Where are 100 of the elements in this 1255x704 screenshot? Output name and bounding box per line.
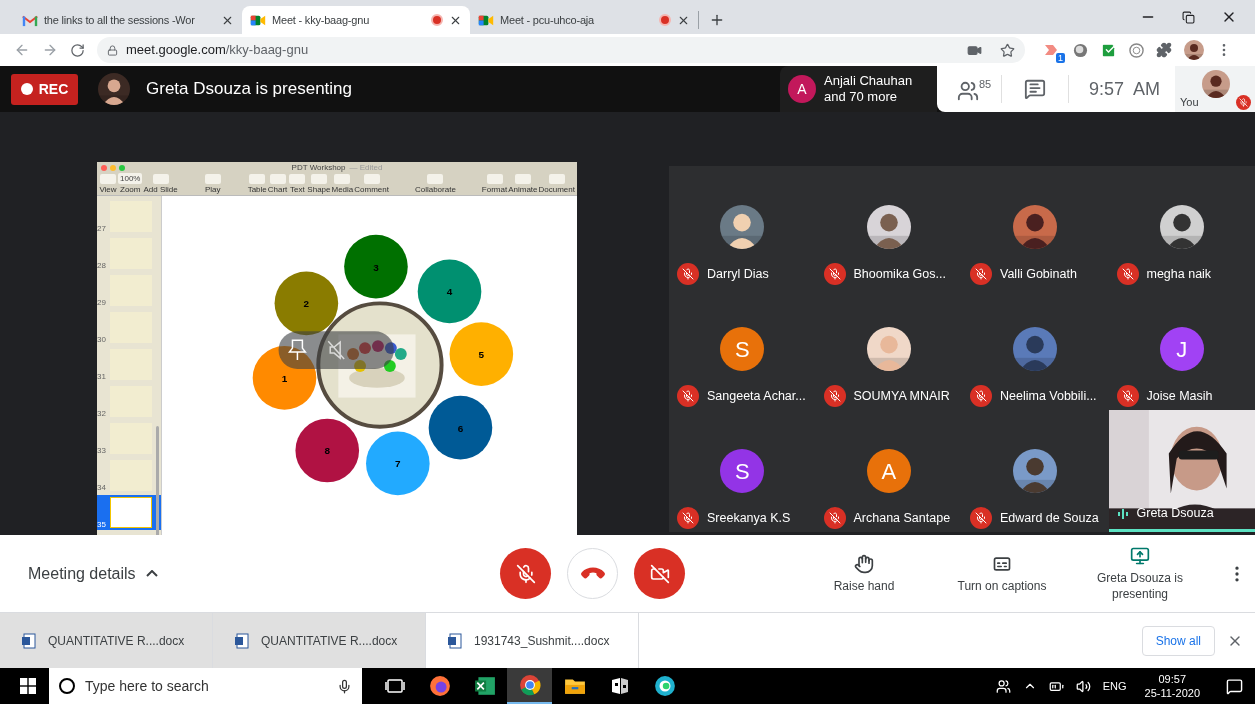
meeting-action-button[interactable]: Turn on captions — [933, 553, 1071, 594]
taskbar-search-field[interactable]: Type here to search — [49, 668, 362, 704]
participant-name: Neelima Vobbili... — [1000, 387, 1097, 405]
browser-icon[interactable] — [518, 674, 541, 696]
people-icon — [956, 80, 979, 102]
people-icon[interactable] — [995, 678, 1011, 694]
numbered-circle: 6 — [428, 395, 493, 460]
tab-title: the links to all the sessions -Wor — [44, 12, 196, 28]
hang-up-button[interactable] — [567, 548, 618, 599]
chevron-up-icon — [145, 570, 158, 577]
task-view-icon[interactable] — [384, 678, 405, 694]
meeting-action-button[interactable]: Raise hand — [795, 553, 933, 594]
spreadsheet-icon[interactable] — [473, 675, 496, 697]
numbered-circle: 4 — [417, 259, 482, 324]
bookmark-star-icon[interactable] — [1000, 42, 1015, 58]
tab-title: Meet - kky-baag-gnu — [272, 12, 371, 28]
hand-icon — [854, 553, 874, 574]
profile-avatar[interactable] — [1184, 40, 1204, 60]
avatar-initial: A — [866, 449, 911, 493]
toolbar-button[interactable]: Add Slide — [143, 173, 178, 195]
avatar-initial: A — [788, 75, 816, 103]
numbered-circle: 5 — [449, 322, 514, 386]
language-indicator[interactable]: ENG — [1102, 677, 1127, 695]
participant-name: Greta Dsouza — [1136, 505, 1214, 523]
people-button[interactable]: 85 — [937, 76, 1001, 102]
camera-icon — [478, 13, 494, 27]
present-screen-icon — [1130, 545, 1150, 566]
self-label: You — [1180, 94, 1199, 110]
microphone-button[interactable] — [500, 548, 551, 599]
document-icon — [22, 632, 36, 649]
toolbar-button[interactable]: Play — [203, 173, 222, 195]
toolbar-button[interactable]: Collaborate — [414, 173, 456, 195]
notifications-icon[interactable] — [1226, 677, 1243, 695]
show-all-button[interactable]: Show all — [1141, 625, 1215, 656]
badge-count: 1 — [1056, 53, 1065, 63]
participant-name: megha naik — [1146, 265, 1212, 283]
tab-title: Meet - pcu-uhco-aja — [500, 12, 596, 28]
taskbar-app[interactable] — [507, 668, 552, 704]
camera-button[interactable] — [634, 548, 685, 599]
toolbar-button[interactable]: Animate — [508, 173, 538, 195]
start-icon[interactable] — [20, 678, 36, 694]
mute-icon[interactable] — [327, 340, 345, 360]
recording-badge: REC — [11, 73, 78, 105]
toolbar-button[interactable]: Shape — [307, 173, 331, 195]
participant-name: Darryl Dias — [707, 265, 769, 283]
restore-icon[interactable] — [1182, 10, 1195, 24]
slide-thumbnail[interactable]: 35 — [97, 495, 161, 530]
mic-icon — [337, 678, 352, 694]
meeting-details-button[interactable]: Meeting details — [28, 561, 188, 586]
checkbox-extension-icon[interactable] — [1100, 41, 1117, 59]
download-item[interactable]: QUANTITATIVE R....docx — [213, 613, 426, 668]
folder-icon[interactable] — [563, 677, 586, 695]
extension-icon[interactable] — [1129, 42, 1144, 58]
chat-icon[interactable] — [1024, 78, 1046, 100]
document-icon — [235, 632, 249, 649]
avatar-initial: S — [720, 327, 765, 371]
url-text: meet.google.com/kky-baag-gnu — [126, 41, 309, 60]
toolbar-button[interactable]: Comment — [354, 173, 389, 195]
extensions-puzzle-icon[interactable] — [1156, 42, 1172, 58]
numbered-circle: 2 — [274, 271, 339, 336]
taskbar-clock[interactable]: 09:57 25-11-2020 — [1144, 672, 1200, 700]
avatar-initial: S — [720, 449, 765, 493]
search-icon — [59, 678, 75, 694]
toolbar-button[interactable]: Media — [331, 173, 354, 195]
browser-tab[interactable]: Meet - kky-baag-gnu — [242, 6, 470, 34]
toolbar-button[interactable]: Document — [538, 173, 575, 195]
toolbar-button[interactable]: Text — [288, 173, 307, 195]
participant-name: SOUMYA MNAIR — [853, 387, 950, 405]
camera-off-icon — [649, 563, 670, 584]
meeting-action-button[interactable]: Greta Dsouza is presenting — [1071, 545, 1209, 602]
numbered-circle: 8 — [295, 418, 360, 483]
zoom-value: 100% — [118, 173, 143, 184]
extension-icon[interactable] — [1073, 42, 1088, 58]
avatar-initial: J — [1159, 327, 1204, 371]
lock-icon — [107, 44, 118, 56]
participant-name: Sreekanya K.S — [707, 509, 791, 527]
toolbar-button[interactable]: View — [99, 173, 117, 195]
toolbar-button[interactable]: Format — [481, 173, 508, 195]
presenter-status: Greta Dsouza is presenting — [146, 78, 352, 101]
toolbar-button[interactable]: 100% Zoom — [118, 173, 143, 195]
back-icon[interactable] — [14, 42, 30, 58]
numbered-circle: 3 — [344, 234, 408, 299]
pin-icon[interactable] — [288, 339, 307, 361]
notification-text: and 70 more — [824, 89, 898, 105]
participant-name: Joise Masih — [1146, 387, 1213, 405]
participant-name: Edward de Souza — [1000, 509, 1099, 527]
meeting-clock: 9:57 AM — [1089, 77, 1161, 101]
reload-icon[interactable] — [70, 42, 85, 58]
window-title: PDT Workshop — [291, 162, 346, 173]
address-bar[interactable]: meet.google.com/kky-baag-gnu — [97, 37, 1025, 63]
participant-name: Bhoomika Gos... — [853, 265, 946, 283]
toolbar-button[interactable]: Table — [247, 173, 267, 195]
toolbar-button[interactable]: Chart — [267, 173, 288, 195]
new-tab-icon[interactable] — [709, 12, 725, 28]
download-item[interactable]: QUANTITATIVE R....docx — [0, 613, 213, 668]
app-icon[interactable] — [653, 675, 676, 697]
volume-icon[interactable] — [1075, 678, 1091, 694]
app-icon[interactable] — [609, 676, 630, 696]
browser-icon[interactable] — [428, 675, 451, 697]
notification-name: Anjali Chauhan — [824, 73, 913, 89]
